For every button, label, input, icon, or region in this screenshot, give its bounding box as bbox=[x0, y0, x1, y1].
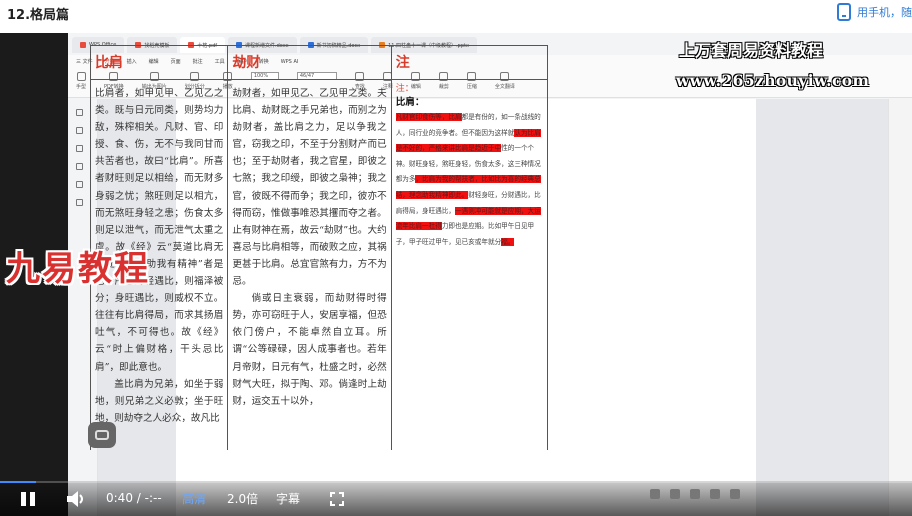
file-icon bbox=[80, 42, 86, 48]
chat-icon bbox=[95, 430, 109, 440]
highlighted-note-text: 福。 bbox=[501, 237, 515, 246]
column-heading: 劫财 bbox=[228, 46, 391, 80]
wps-right-rail bbox=[888, 99, 912, 516]
highlighted-note-text: ，比肩为我的帮扶者， bbox=[415, 175, 482, 184]
hand-tool[interactable]: 手型 bbox=[76, 72, 86, 93]
volume-icon[interactable] bbox=[66, 490, 86, 508]
quality-button[interactable]: 高清 bbox=[182, 490, 206, 507]
taskbar-icon bbox=[730, 489, 740, 499]
mobile-watch-link[interactable]: 用手机，随 bbox=[837, 2, 912, 22]
watermark-top-line1: 上万套周易资料教程 bbox=[679, 41, 824, 60]
speed-button[interactable]: 2.0倍 bbox=[227, 490, 258, 507]
column-jiecai: 劫财 劫财者，如甲见乙、乙见甲之类。夫比肩、劫财既之手兄弟也，而别之为劫财者，盖… bbox=[228, 46, 392, 450]
note-text-segment: 财轻身旺，分财遇比， bbox=[468, 190, 535, 199]
video-player[interactable]: WPS Office 找稻壳模板 十格.pdf 课程新增文件.docx 新书初稿精品.d… bbox=[0, 33, 912, 516]
column-body: 劫财者，如甲见乙、乙见甲之类。夫比肩、劫财既之手兄弟也，而别之为劫财者，盖比肩之… bbox=[228, 80, 390, 410]
page-header: 12.格局篇 用手机，随 bbox=[0, 0, 912, 32]
desktop-taskbar-icons bbox=[650, 489, 740, 499]
mobile-watch-label: 用手机，随 bbox=[857, 6, 912, 19]
subtitle-button[interactable]: 字幕 bbox=[276, 490, 300, 507]
note-text: 凡财官印食伤等，比肩都是有份的，如一条战线的人，同行业的竞争者。但不能因为这样就… bbox=[395, 110, 543, 250]
note-title: 比肩： bbox=[395, 97, 425, 108]
hand-icon bbox=[76, 72, 86, 81]
taskbar-icon bbox=[690, 489, 700, 499]
column-heading: 比肩 bbox=[91, 46, 228, 80]
progress-bar[interactable] bbox=[0, 481, 912, 483]
video-controls: 0:40 / -:-- 高清 2.0倍 字幕 bbox=[0, 481, 912, 516]
highlighted-note-text: 一遇则冲可能就是应期 bbox=[455, 206, 521, 215]
taskbar-icon bbox=[710, 489, 720, 499]
highlighted-note-text: ，理念助我精神即此。 bbox=[402, 190, 469, 199]
note-text-segment: 力即也是应期。比如甲 bbox=[441, 222, 508, 231]
pause-icon-bar bbox=[30, 492, 35, 506]
time-display: 0:40 / -:-- bbox=[106, 491, 162, 505]
progress-fill bbox=[0, 481, 37, 483]
note-text-segment: 都是有份的，如一条战 bbox=[461, 113, 528, 121]
chat-button[interactable] bbox=[88, 422, 116, 448]
page-title: 12.格局篇 bbox=[7, 8, 70, 23]
note-text-segment: 轻，煞旺身轻，伤食太 bbox=[428, 159, 495, 168]
column-heading: 注 bbox=[391, 46, 547, 80]
paragraph: 盖比肩为兄弟，如坐于弱地，则兄弟之义必敦；坐于旺地，则劫夺之人必众，故凡比 bbox=[95, 378, 224, 424]
paragraph: 倘或日主衰弱，而劫财得时得势，亦可窃旺于人，安居享福，但恐依门傍户，不能卓然自立… bbox=[232, 293, 387, 407]
note-text-segment: 甲午，见已亥或年就分 bbox=[435, 237, 502, 246]
paragraph: 劫财者，如甲见乙、乙见甲之类。夫比肩、劫财既之手兄弟也，而别之为劫财者，盖比肩之… bbox=[232, 88, 387, 288]
watermark-top-line2: www.265zhouyiw.com bbox=[676, 71, 870, 90]
fullscreen-icon[interactable] bbox=[330, 492, 344, 506]
pause-icon bbox=[21, 492, 26, 506]
note-text-segment: 者。但不能因为这样就 bbox=[448, 128, 515, 137]
column-notes: 注 注： 比肩： 凡财官印食伤等，比肩都是有份的，如一条战线的人，同行业的竞争者… bbox=[391, 46, 547, 450]
column-body: 注： 比肩： 凡财官印食伤等，比肩都是有份的，如一条战线的人，同行业的竞争者。但… bbox=[392, 80, 547, 250]
paragraph: 比肩者，如甲见甲、乙见乙之类。既与日元同类，则势均力敌，殊榨相关。凡财、官、印授… bbox=[95, 88, 224, 373]
taskbar-icon bbox=[650, 489, 660, 499]
comment-icon[interactable] bbox=[76, 145, 83, 152]
pause-button[interactable] bbox=[21, 492, 37, 508]
highlighted-note-text: 格来讲比肩是趋近于中 bbox=[435, 144, 502, 153]
attachment-icon[interactable] bbox=[76, 163, 83, 170]
comparison-table: 比肩 比肩者，如甲见甲、乙见乙之类。既与日元同类，则势均力敌，殊榨相关。凡财、官… bbox=[90, 45, 548, 450]
phone-icon bbox=[837, 3, 851, 21]
watermark-left: 九易教程 bbox=[6, 249, 150, 289]
thumbnail-icon[interactable] bbox=[76, 109, 83, 116]
note-mark: 注： bbox=[395, 84, 414, 94]
signature-icon[interactable] bbox=[76, 181, 83, 188]
highlighted-note-text: 凡财官印食伤等，比肩 bbox=[395, 113, 462, 121]
search-panel-icon[interactable] bbox=[76, 199, 83, 206]
taskbar-icon bbox=[670, 489, 680, 499]
bookmark-icon[interactable] bbox=[76, 127, 83, 134]
